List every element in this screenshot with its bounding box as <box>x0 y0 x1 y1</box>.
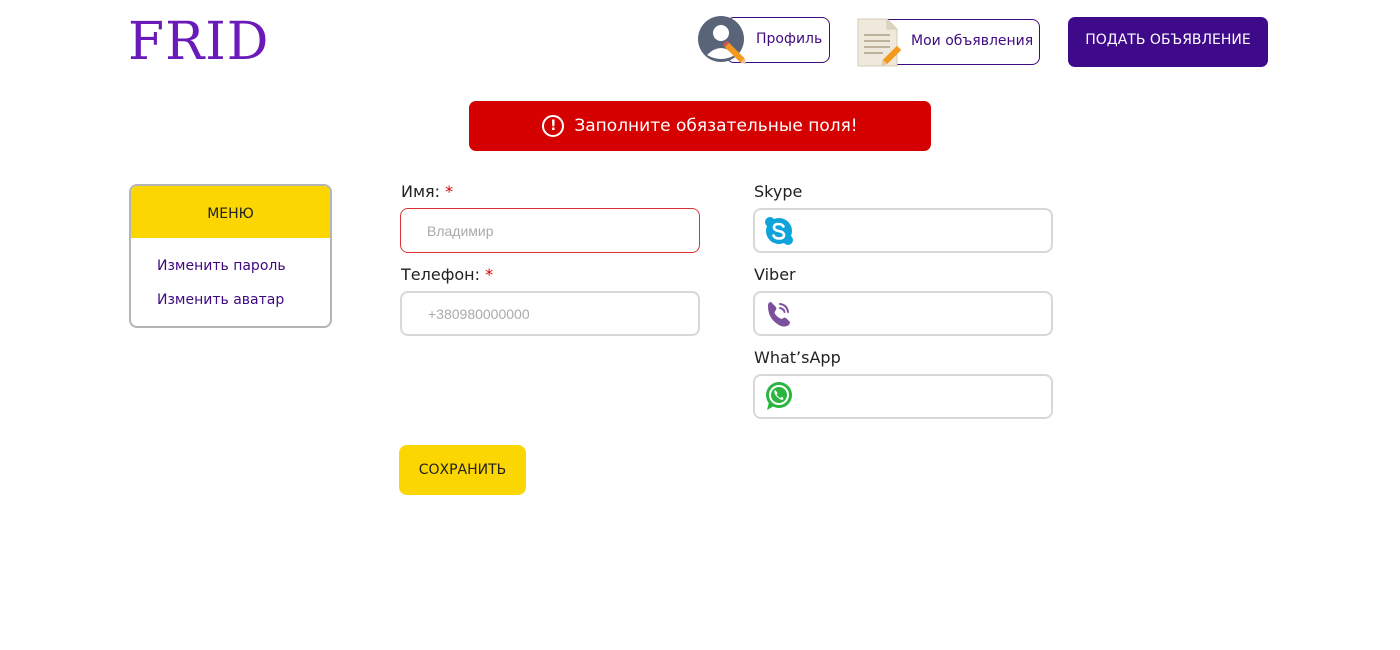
post-ad-button[interactable]: ПОДАТЬ ОБЪЯВЛЕНИЕ <box>1068 17 1268 67</box>
viber-label: Viber <box>754 265 796 284</box>
required-mark: * <box>485 265 494 284</box>
menu-title: МЕНЮ <box>131 186 330 238</box>
skype-icon <box>765 217 793 245</box>
phone-label-text: Телефон: <box>401 265 481 284</box>
site-logo[interactable]: FRID <box>128 12 269 72</box>
name-label: Имя: * <box>401 182 453 201</box>
error-alert: ! Заполните обязательные поля! <box>469 101 931 151</box>
whatsapp-label: What’sApp <box>754 348 841 367</box>
name-input[interactable] <box>400 208 700 253</box>
save-button[interactable]: СОХРАНИТЬ <box>399 445 526 495</box>
skype-label: Skype <box>754 182 803 201</box>
phone-input[interactable] <box>400 291 700 336</box>
name-label-text: Имя: <box>401 182 441 201</box>
viber-input[interactable] <box>753 291 1053 336</box>
profile-label: Профиль <box>756 31 823 47</box>
required-mark: * <box>445 182 454 201</box>
document-edit-icon <box>857 18 902 67</box>
side-menu: МЕНЮ Изменить пароль Изменить аватар <box>129 184 332 328</box>
viber-icon <box>768 302 790 327</box>
exclamation-icon: ! <box>542 115 565 137</box>
alert-message: Заполните обязательные поля! <box>574 116 858 136</box>
menu-item-change-avatar[interactable]: Изменить аватар <box>157 292 284 308</box>
user-avatar-edit-icon <box>698 16 747 65</box>
my-ads-label: Мои объявления <box>911 33 1034 49</box>
menu-item-change-password[interactable]: Изменить пароль <box>157 258 286 274</box>
skype-input[interactable] <box>753 208 1053 253</box>
whatsapp-icon <box>766 382 792 410</box>
whatsapp-input[interactable] <box>753 374 1053 419</box>
phone-label: Телефон: * <box>401 265 493 284</box>
